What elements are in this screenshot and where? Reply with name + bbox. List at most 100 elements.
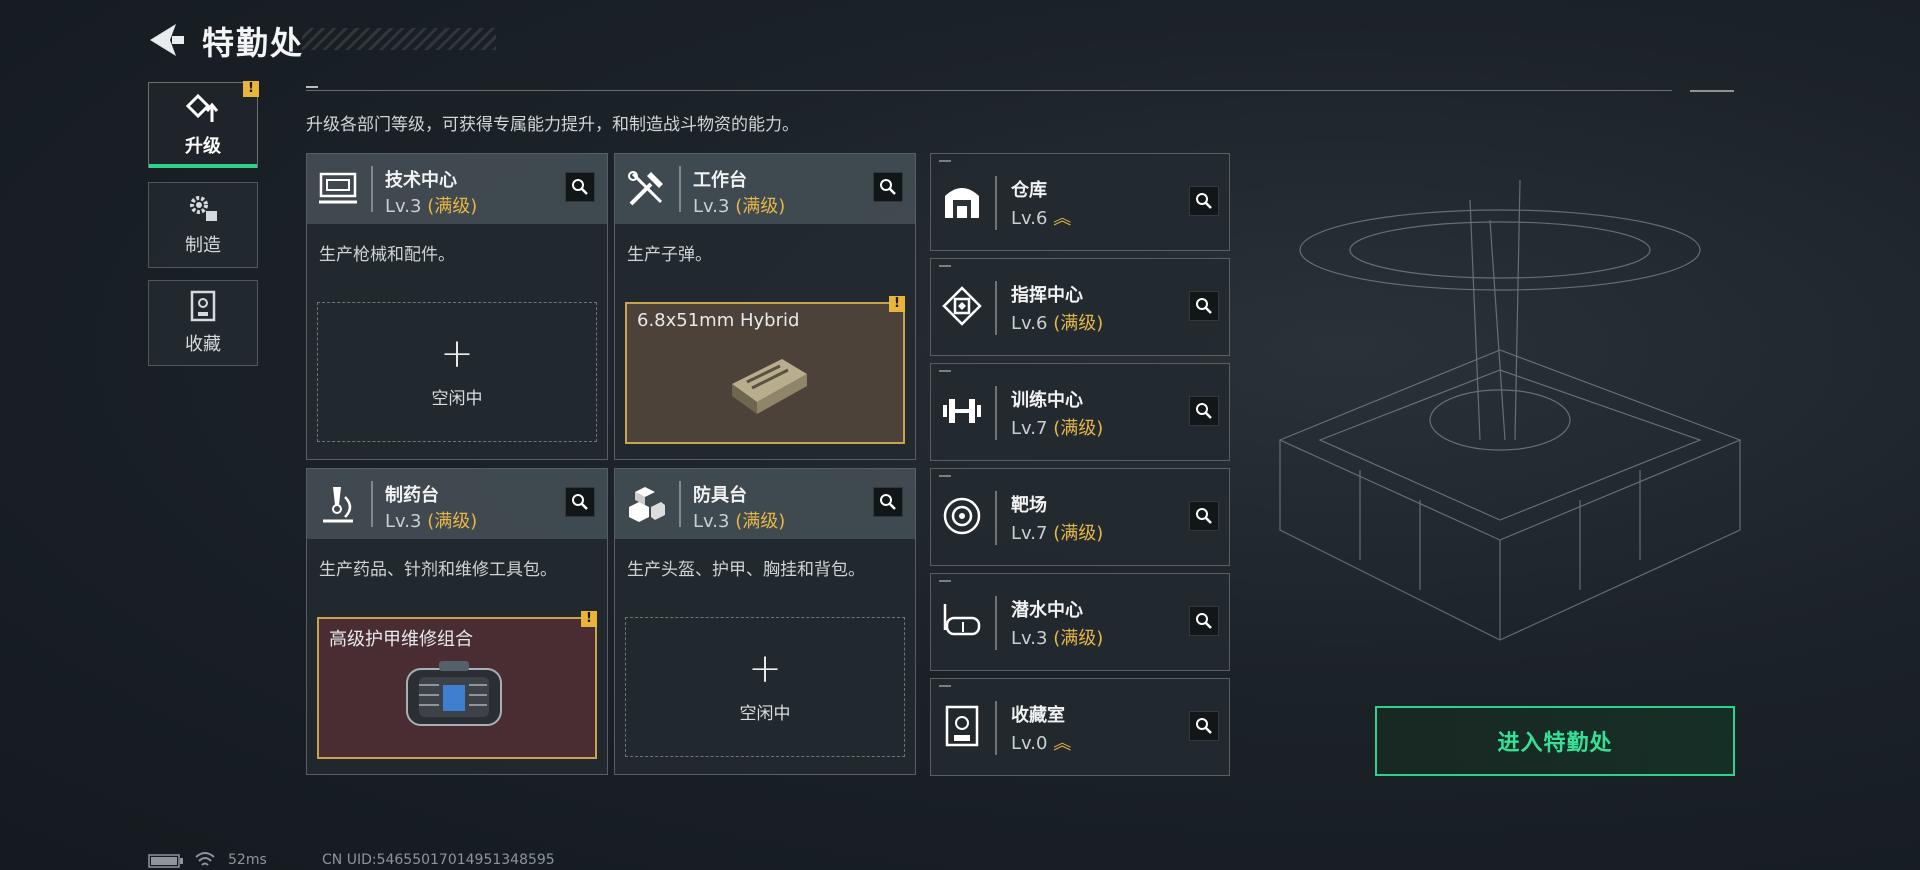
card-training-center[interactable]: 训练中心 Lv.7 (满级)	[930, 363, 1230, 461]
card-level: Lv.7 (满级)	[1011, 418, 1104, 439]
card-workbench[interactable]: 工作台 Lv.3 (满级) 生产子弹。 6.8x51mm Hybrid !	[614, 153, 916, 460]
corner-notch	[939, 475, 951, 477]
inspect-button[interactable]	[1189, 186, 1219, 216]
divider	[306, 90, 1672, 91]
separator	[995, 596, 997, 650]
alert-badge: !	[889, 296, 905, 312]
ping-value: 52ms	[228, 852, 267, 868]
search-icon	[572, 494, 588, 510]
card-warehouse[interactable]: 仓库 Lv.6 ︽	[930, 153, 1230, 251]
back-arrow-icon[interactable]	[146, 22, 186, 58]
divider-tick	[306, 86, 318, 88]
page-title: 特勤处	[202, 24, 305, 62]
separator	[679, 166, 681, 212]
tab-label: 收藏	[185, 334, 221, 355]
card-title: 指挥中心	[1011, 285, 1083, 306]
alert-badge: !	[243, 81, 259, 97]
ammo-box-image	[732, 359, 807, 414]
tab-collection[interactable]: 收藏	[148, 280, 258, 366]
card-level: Lv.3 (满级)	[693, 511, 786, 532]
card-level: Lv.3 (满级)	[385, 196, 478, 217]
search-icon	[880, 494, 896, 510]
card-shooting-range[interactable]: 靶场 Lv.7 (满级)	[930, 468, 1230, 566]
card-level: Lv.6 (满级)	[1011, 313, 1104, 334]
target-icon	[943, 497, 981, 535]
divider-accent	[1690, 90, 1734, 92]
microscope-icon	[323, 487, 353, 523]
card-title: 制药台	[385, 485, 439, 506]
page-description: 升级各部门等级，可获得专属能力提升，和制造战斗物资的能力。	[306, 115, 799, 135]
tab-craft[interactable]: 制造	[148, 182, 258, 268]
search-icon	[1196, 613, 1212, 629]
item-name: 高级护甲维修组合	[329, 629, 473, 650]
search-icon	[572, 179, 588, 195]
active-indicator	[149, 164, 257, 168]
tab-label: 制造	[185, 235, 221, 256]
inspect-button[interactable]	[565, 487, 595, 517]
enter-button-label: 进入特勤处	[1497, 731, 1613, 756]
card-armor-bench[interactable]: 防具台 Lv.3 (满级) 生产头盔、护甲、胸挂和背包。 + 空闲中	[614, 468, 916, 775]
card-title: 防具台	[693, 485, 747, 506]
plus-icon: +	[440, 330, 474, 377]
card-tech-center[interactable]: 技术中心 Lv.3 (满级) 生产枪械和配件。 + 空闲中	[306, 153, 608, 460]
tab-upgrade[interactable]: 升级 !	[148, 81, 259, 168]
diving-mask-icon	[943, 604, 981, 636]
battery-icon	[148, 854, 183, 868]
inspect-button[interactable]	[565, 172, 595, 202]
card-title: 工作台	[693, 170, 747, 191]
item-name: 6.8x51mm Hybrid	[637, 310, 800, 331]
separator	[995, 386, 997, 440]
command-chip-icon	[942, 286, 982, 326]
inspect-button[interactable]	[1189, 501, 1219, 531]
blocks-icon	[629, 487, 665, 522]
inspect-button[interactable]	[873, 487, 903, 517]
corner-notch	[939, 580, 951, 582]
production-slot-idle[interactable]: + 空闲中	[317, 302, 597, 442]
inspect-button[interactable]	[1189, 396, 1219, 426]
upgrade-available-icon: ︽	[1053, 733, 1072, 754]
slot-status: 空闲中	[739, 703, 791, 724]
separator	[995, 701, 997, 755]
search-icon	[1196, 298, 1212, 314]
search-icon	[1196, 718, 1212, 734]
card-collection-room[interactable]: 收藏室 Lv.0 ︽	[930, 678, 1230, 776]
card-level: Lv.3 (满级)	[385, 511, 478, 532]
upgrade-icon	[186, 93, 219, 122]
card-description: 生产子弹。	[627, 245, 712, 265]
title-decoration	[302, 28, 496, 50]
collection-icon	[190, 290, 216, 322]
production-slot-idle[interactable]: + 空闲中	[625, 617, 905, 757]
card-diving-center[interactable]: 潜水中心 Lv.3 (满级)	[930, 573, 1230, 671]
separator	[995, 176, 997, 230]
production-slot-active[interactable]: 6.8x51mm Hybrid !	[625, 296, 905, 444]
dumbbell-icon	[943, 399, 981, 423]
card-title: 训练中心	[1011, 390, 1083, 411]
enter-special-ops-button[interactable]: 进入特勤处	[1375, 706, 1735, 776]
search-icon	[880, 179, 896, 195]
corner-notch	[939, 160, 951, 162]
production-slot-active[interactable]: 高级护甲维修组合 !	[317, 611, 597, 759]
separator	[995, 491, 997, 545]
separator	[679, 481, 681, 527]
collection-room-icon	[945, 705, 979, 747]
tab-label: 升级	[185, 136, 221, 157]
card-level: Lv.3 (满级)	[1011, 628, 1104, 649]
card-title: 收藏室	[1011, 705, 1065, 726]
inspect-button[interactable]	[1189, 606, 1219, 636]
warehouse-icon	[945, 188, 979, 218]
inspect-button[interactable]	[873, 172, 903, 202]
inspect-button[interactable]	[1189, 711, 1219, 741]
search-icon	[1196, 193, 1212, 209]
slot-status: 空闲中	[431, 388, 483, 409]
computer-icon	[319, 172, 357, 204]
card-title: 靶场	[1011, 495, 1047, 516]
card-command-center[interactable]: 指挥中心 Lv.6 (满级)	[930, 258, 1230, 356]
inspect-button[interactable]	[1189, 291, 1219, 321]
card-pharmacy[interactable]: 制药台 Lv.3 (满级) 生产药品、针剂和维修工具包。 高级护甲维修组合 !	[306, 468, 608, 775]
card-description: 生产药品、针剂和维修工具包。	[319, 560, 557, 580]
card-level: Lv.3 (满级)	[693, 196, 786, 217]
card-description: 生产头盔、护甲、胸挂和背包。	[627, 560, 865, 580]
upgrade-available-icon: ︽	[1053, 208, 1072, 229]
tools-icon	[628, 171, 663, 206]
wifi-icon	[195, 852, 215, 866]
